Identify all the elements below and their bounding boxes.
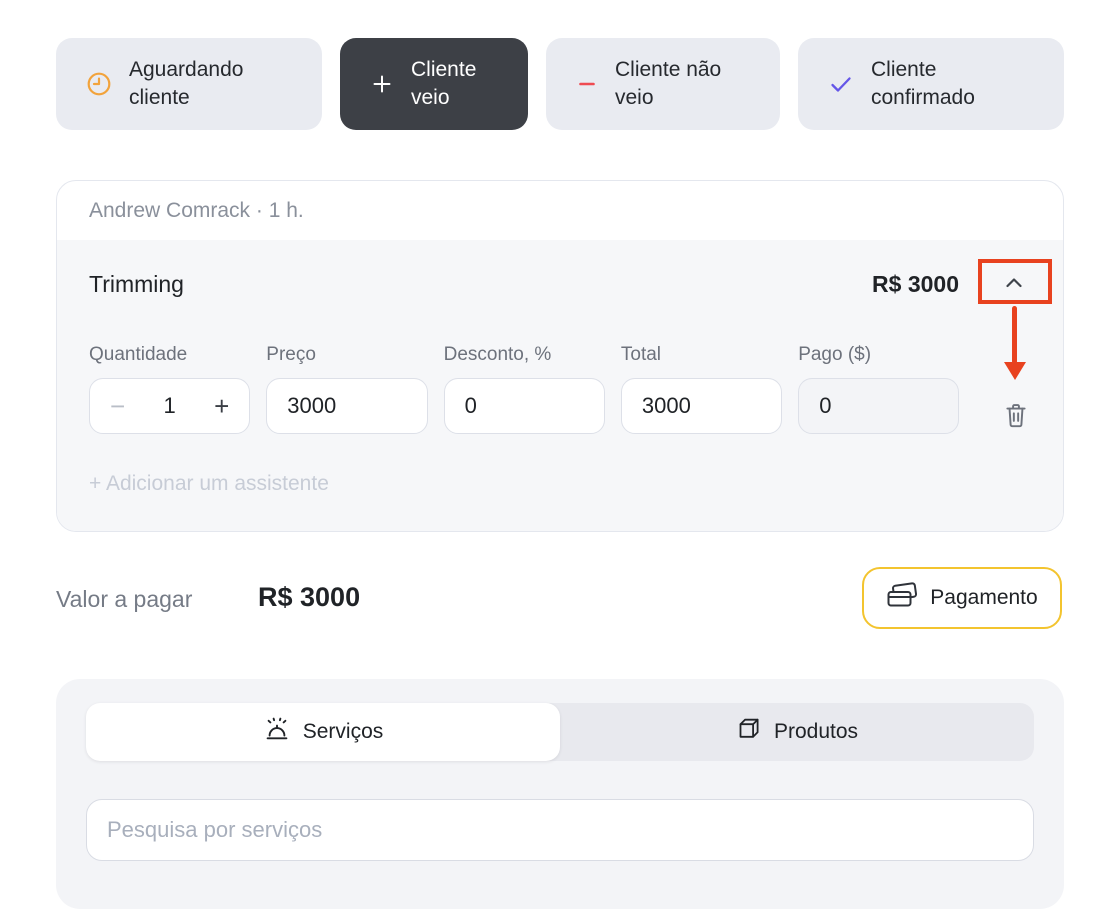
banknotes-icon bbox=[886, 582, 918, 615]
service-name: Trimming bbox=[89, 271, 872, 298]
status-bar: Aguardando cliente Cliente veio Cliente … bbox=[56, 38, 1064, 130]
total-label: Total bbox=[621, 344, 782, 366]
quantity-increase-button[interactable]: + bbox=[214, 393, 229, 419]
status-chip-aguardando-cliente[interactable]: Aguardando cliente bbox=[56, 38, 322, 130]
service-fields: Quantidade − 1 + Preço Desconto, % Total bbox=[89, 344, 1031, 434]
service-bell-icon bbox=[263, 716, 291, 748]
status-chip-label: Aguardando cliente bbox=[129, 56, 304, 111]
paid-field: Pago ($) bbox=[798, 344, 959, 434]
amount-due-value: R$ 3000 bbox=[258, 582, 360, 613]
catalog-tabs: Serviços Produtos bbox=[86, 703, 1034, 761]
service-section: Trimming R$ 3000 Quantidade − 1 + bbox=[57, 240, 1063, 531]
total-field: Total bbox=[621, 344, 782, 434]
tab-servicos[interactable]: Serviços bbox=[86, 703, 560, 761]
search-wrap bbox=[86, 799, 1034, 861]
minus-icon bbox=[576, 73, 598, 95]
tab-produtos-label: Produtos bbox=[774, 720, 858, 744]
status-chip-label: Cliente não veio bbox=[615, 56, 762, 111]
trash-icon bbox=[1003, 401, 1029, 432]
discount-input[interactable] bbox=[444, 378, 605, 434]
service-row: Trimming R$ 3000 bbox=[89, 240, 1031, 306]
catalog-panel: Serviços Produtos bbox=[56, 679, 1064, 909]
amount-due-label: Valor a pagar bbox=[56, 586, 192, 613]
status-chip-cliente-nao-veio[interactable]: Cliente não veio bbox=[546, 38, 780, 130]
status-chip-cliente-confirmado[interactable]: Cliente confirmado bbox=[798, 38, 1064, 130]
payment-button-label: Pagamento bbox=[930, 586, 1037, 610]
service-search-input[interactable] bbox=[86, 799, 1034, 861]
appointment-card: Andrew Comrack · 1 h. Trimming R$ 3000 Q… bbox=[56, 180, 1064, 532]
price-input[interactable] bbox=[266, 378, 427, 434]
client-line: Andrew Comrack · 1 h. bbox=[57, 181, 1063, 240]
collapse-service-button[interactable] bbox=[977, 262, 1051, 306]
chevron-up-icon bbox=[1000, 269, 1028, 300]
quantity-stepper: − 1 + bbox=[89, 378, 250, 434]
quantity-field: Quantidade − 1 + bbox=[89, 344, 250, 434]
service-price: R$ 3000 bbox=[872, 271, 959, 298]
price-label: Preço bbox=[266, 344, 427, 366]
quantity-label: Quantidade bbox=[89, 344, 250, 366]
status-chip-cliente-veio[interactable]: Cliente veio bbox=[340, 38, 528, 130]
plus-icon bbox=[370, 72, 394, 96]
paid-label: Pago ($) bbox=[798, 344, 959, 366]
check-icon bbox=[828, 71, 854, 97]
delete-service-button[interactable] bbox=[1001, 400, 1031, 432]
total-input[interactable] bbox=[621, 378, 782, 434]
discount-label: Desconto, % bbox=[444, 344, 605, 366]
paid-input[interactable] bbox=[798, 378, 959, 434]
tab-produtos[interactable]: Produtos bbox=[560, 703, 1034, 761]
cube-icon bbox=[736, 716, 762, 748]
status-chip-label: Cliente confirmado bbox=[871, 56, 1046, 111]
tab-servicos-label: Serviços bbox=[303, 720, 384, 744]
quantity-decrease-button[interactable]: − bbox=[110, 393, 125, 419]
add-assistant-button[interactable]: + Adicionar um assistente bbox=[89, 472, 329, 496]
quantity-value: 1 bbox=[164, 393, 176, 419]
status-chip-label: Cliente veio bbox=[411, 56, 510, 111]
discount-field: Desconto, % bbox=[444, 344, 605, 434]
price-field: Preço bbox=[266, 344, 427, 434]
clock-icon bbox=[86, 71, 112, 97]
payment-button[interactable]: Pagamento bbox=[862, 567, 1062, 629]
